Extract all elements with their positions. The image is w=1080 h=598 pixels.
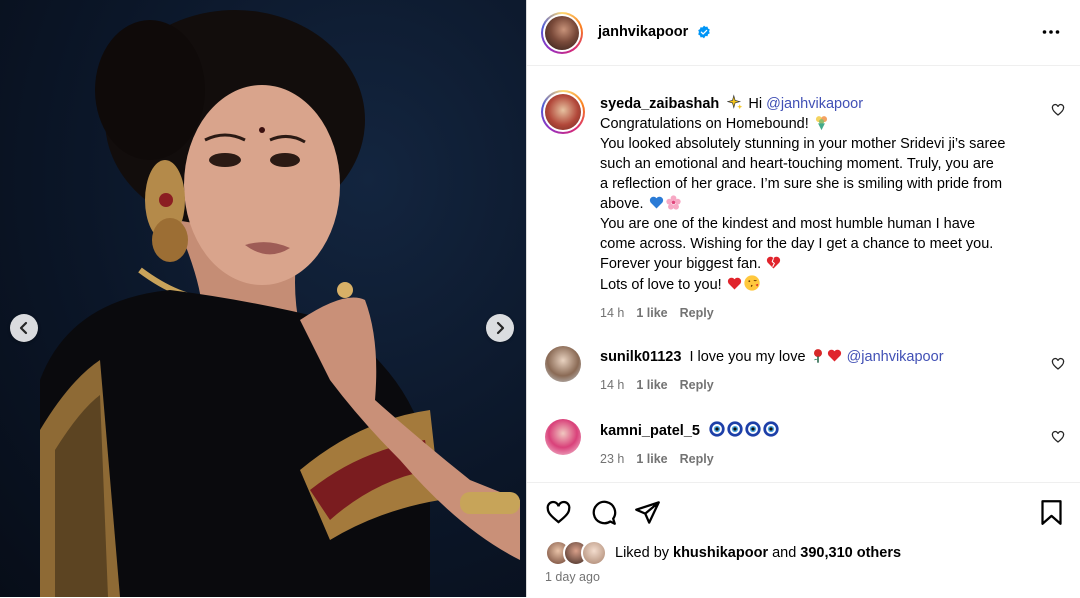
liked-by-and: and — [772, 545, 797, 561]
bookmark-icon[interactable] — [1039, 499, 1064, 526]
liked-by-prefix: Liked by — [615, 545, 670, 561]
comment-text-line: above. — [600, 196, 644, 212]
comment-time: 23 h — [600, 452, 625, 466]
nazar-amulet-emoji-icon — [763, 421, 779, 437]
comment-mention[interactable]: @janhvikapoor — [847, 349, 944, 365]
comment-text-line: You are one of the kindest and most humb… — [600, 216, 976, 232]
comment-text-line: Forever your biggest fan. — [600, 256, 762, 272]
post-photo — [40, 10, 520, 597]
broken-heart-emoji-icon — [767, 256, 781, 269]
commenter-avatar[interactable] — [541, 90, 585, 134]
comment-meta: 14 h 1 like Reply — [600, 375, 944, 395]
comment-likes-count[interactable]: 1 like — [636, 306, 667, 320]
send-icon[interactable] — [634, 499, 661, 526]
post-header: janhvikapoor — [527, 0, 1080, 66]
comment-like-icon[interactable] — [1051, 430, 1065, 444]
reply-button[interactable]: Reply — [680, 452, 714, 466]
chevron-right-icon — [496, 321, 505, 335]
comment-text-line: such an emotional and heart-touching mom… — [600, 156, 994, 172]
bouquet-emoji-icon — [815, 116, 827, 131]
nazar-amulet-emoji-icon — [709, 421, 725, 437]
nazar-amulet-emoji-icon — [745, 421, 761, 437]
post-media[interactable] — [0, 0, 526, 597]
comment-body: sunilk01123 I love you my love @janhvika… — [600, 347, 944, 395]
chevron-left-icon — [19, 321, 28, 335]
comment-likes-count[interactable]: 1 like — [636, 452, 667, 466]
rose-emoji-icon — [813, 349, 822, 363]
comment-meta: 23 h 1 like Reply — [600, 449, 780, 469]
previous-image-button[interactable] — [10, 314, 38, 342]
commenter-avatar[interactable] — [545, 419, 581, 455]
comment-text-line: Lots of love to you! — [600, 277, 722, 293]
cherry-blossom-emoji-icon — [665, 195, 681, 210]
post-actions: Liked by khushikapoor and 390,310 others… — [527, 482, 1080, 598]
author-username[interactable]: janhvikapoor — [598, 24, 688, 40]
reply-button[interactable]: Reply — [680, 378, 714, 392]
comment-text-line: come across. Wishing for the day I get a… — [600, 236, 994, 252]
next-image-button[interactable] — [486, 314, 514, 342]
comment-text-line: a reflection of her grace. I’m sure she … — [600, 176, 1003, 192]
post-time[interactable]: 1 day ago — [545, 570, 600, 584]
commenter-username[interactable]: sunilk01123 — [600, 349, 681, 365]
comment-time: 14 h — [600, 378, 625, 392]
comment-icon[interactable] — [590, 499, 617, 526]
comment-likes-count[interactable]: 1 like — [636, 378, 667, 392]
liker-avatars — [545, 540, 607, 566]
author-avatar[interactable] — [541, 12, 583, 54]
comment-body: syeda_zaibashah Hi @janhvikapoor Congrat… — [600, 94, 1005, 323]
comment-mention[interactable]: @janhvikapoor — [766, 96, 863, 112]
commenter-username[interactable]: syeda_zaibashah — [600, 96, 719, 112]
comment-text: I love you my love — [689, 349, 806, 365]
comment-text-line: You looked absolutely stunning in your m… — [600, 136, 1006, 152]
commenter-username[interactable]: kamni_patel_5 — [600, 423, 700, 439]
reply-button[interactable]: Reply — [680, 306, 714, 320]
comment-text-line: Congratulations on Homebound! — [600, 116, 809, 132]
likes-count[interactable]: 390,310 others — [800, 545, 901, 561]
comment-prefix: Hi — [748, 96, 763, 112]
comment-like-icon[interactable] — [1051, 357, 1065, 371]
comment-time: 14 h — [600, 306, 625, 320]
liker-avatar[interactable] — [581, 540, 607, 566]
likes-summary: Liked by khushikapoor and 390,310 others — [545, 540, 901, 566]
more-horizontal-icon[interactable] — [1041, 22, 1061, 42]
sparkles-emoji-icon — [727, 94, 743, 110]
commenter-avatar[interactable] — [545, 346, 581, 382]
comment-like-icon[interactable] — [1051, 103, 1065, 117]
nazar-amulet-emoji-icon — [727, 421, 743, 437]
heart-icon[interactable] — [545, 499, 572, 526]
red-heart-emoji-icon — [727, 277, 741, 290]
red-heart-emoji-icon — [827, 349, 841, 362]
comment-meta: 14 h 1 like Reply — [600, 303, 1005, 323]
kissing-face-emoji-icon — [744, 275, 760, 291]
liked-by-user[interactable]: khushikapoor — [673, 545, 768, 561]
blue-heart-emoji-icon — [649, 196, 663, 209]
comment-body: kamni_patel_5 23 h 1 like Reply — [600, 420, 780, 469]
post-side-panel: janhvikapoor syeda_zaibashah Hi @janhvik… — [526, 0, 1080, 597]
verified-badge-icon — [697, 25, 710, 39]
